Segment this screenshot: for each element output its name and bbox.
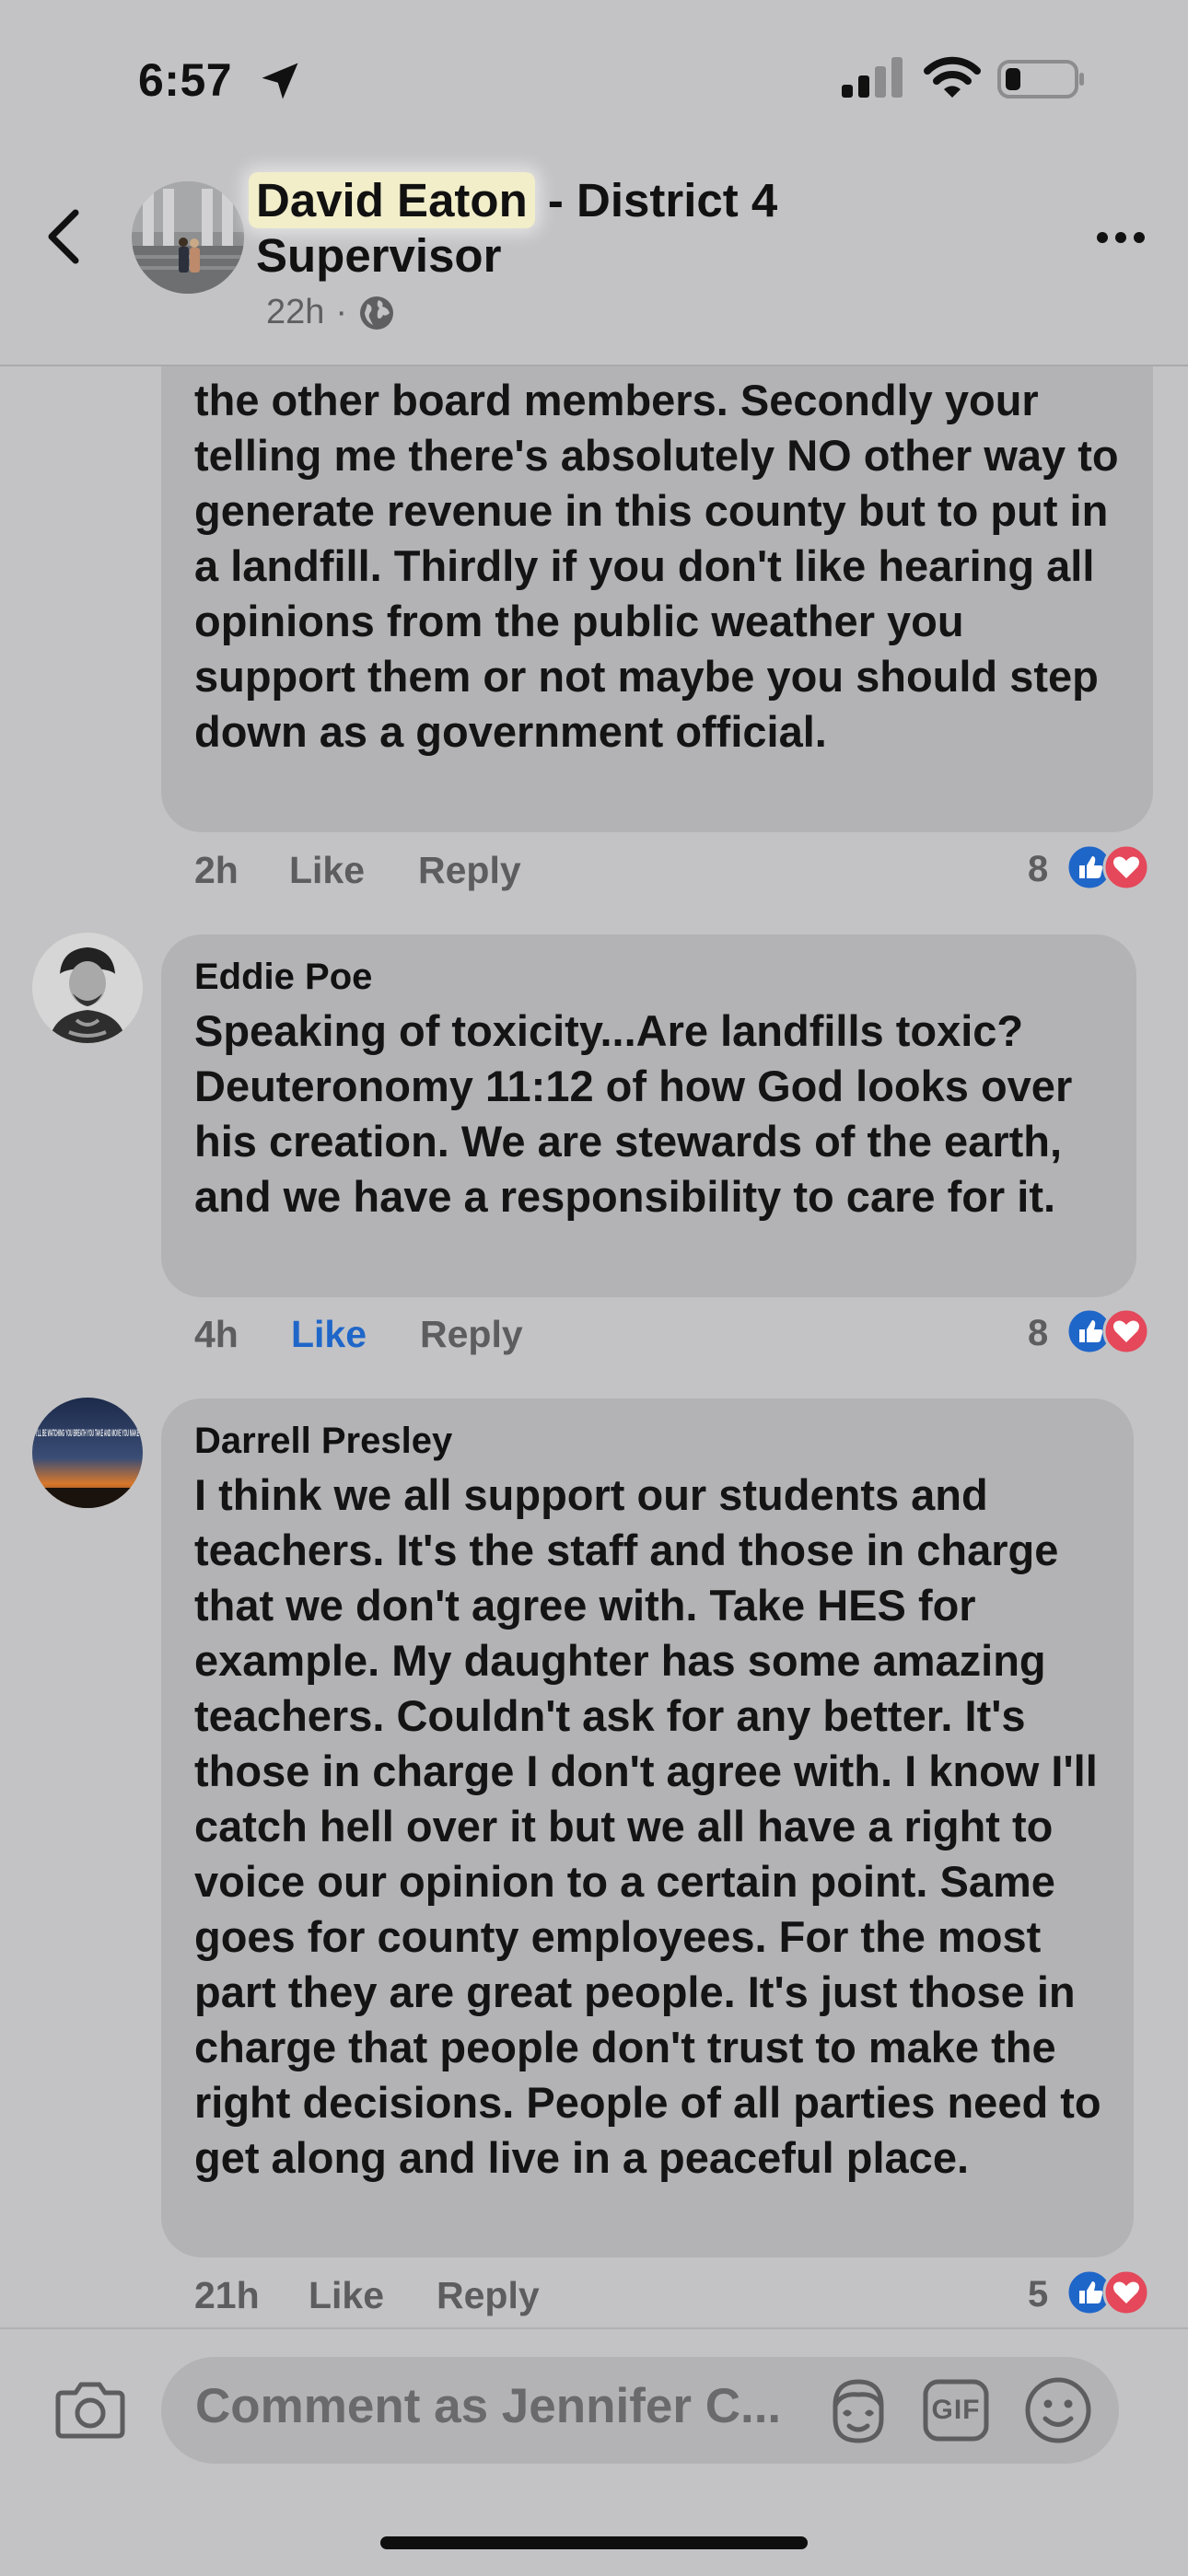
comment-time[interactable]: 4h [194, 1313, 239, 1356]
gif-label: GIF [931, 2395, 981, 2425]
avatar[interactable]: I'LL BE WATCHING YOU BREATH YOU TAKE AND… [32, 1398, 143, 1508]
post-time[interactable]: 22h [266, 293, 324, 332]
comment-text: the other board members. Secondly your t… [194, 376, 1119, 756]
heart-icon [1102, 843, 1150, 891]
reaction-count[interactable]: 8 [1028, 1313, 1048, 1354]
battery-icon [997, 60, 1084, 99]
page-title[interactable]: David Eaton - District 4 Supervisor [249, 172, 901, 284]
reply-button[interactable]: Reply [437, 2274, 540, 2317]
cellular-signal-icon [842, 57, 903, 98]
globe-icon [360, 296, 394, 330]
smiley-icon[interactable] [1023, 2375, 1093, 2445]
comment-text: I think we all support our students and … [194, 1470, 1101, 2182]
meta-separator: · [335, 293, 348, 331]
reaction-icons[interactable] [1066, 2269, 1158, 2316]
reply-button[interactable]: Reply [420, 1313, 523, 1356]
reply-button[interactable]: Reply [418, 849, 521, 892]
heart-icon [1102, 1307, 1150, 1355]
reaction-count[interactable]: 8 [1028, 849, 1048, 890]
comment-placeholder[interactable]: Comment as Jennifer C... [195, 2378, 781, 2434]
status-time: 6:57 [138, 54, 233, 106]
reaction-icons[interactable] [1066, 843, 1158, 891]
reaction-count[interactable]: 5 [1028, 2274, 1048, 2315]
page-avatar[interactable] [132, 181, 244, 294]
avatar[interactable] [32, 933, 143, 1043]
location-arrow-icon [262, 63, 298, 99]
post-meta: 22h · [266, 293, 395, 332]
like-button[interactable]: Like [309, 2274, 384, 2317]
heart-icon [1102, 2269, 1150, 2316]
comment-time[interactable]: 21h [194, 2274, 260, 2317]
more-horizontal-icon[interactable] [1095, 228, 1147, 247]
commenter-name[interactable]: Darrell Presley [194, 1421, 452, 1462]
header-divider [0, 365, 1188, 366]
comment-text: Speaking of toxicity...Are landfills tox… [194, 1006, 1073, 1221]
highlighted-name[interactable]: David Eaton [249, 172, 535, 228]
home-indicator [380, 2536, 808, 2549]
reaction-icons[interactable] [1066, 1307, 1158, 1355]
commenter-name[interactable]: Eddie Poe [194, 957, 372, 998]
like-button[interactable]: Like [291, 1313, 367, 1356]
avatar-caption: I'LL BE WATCHING YOU BREATH YOU TAKE AND… [36, 1428, 139, 1439]
chevron-left-icon[interactable] [42, 207, 85, 266]
avatar-sticker-icon[interactable] [822, 2374, 894, 2446]
wifi-icon [924, 56, 981, 98]
like-button[interactable]: Like [289, 849, 365, 892]
gif-icon[interactable]: GIF [922, 2378, 990, 2443]
comment-time[interactable]: 2h [194, 849, 239, 892]
camera-icon[interactable] [55, 2378, 125, 2441]
